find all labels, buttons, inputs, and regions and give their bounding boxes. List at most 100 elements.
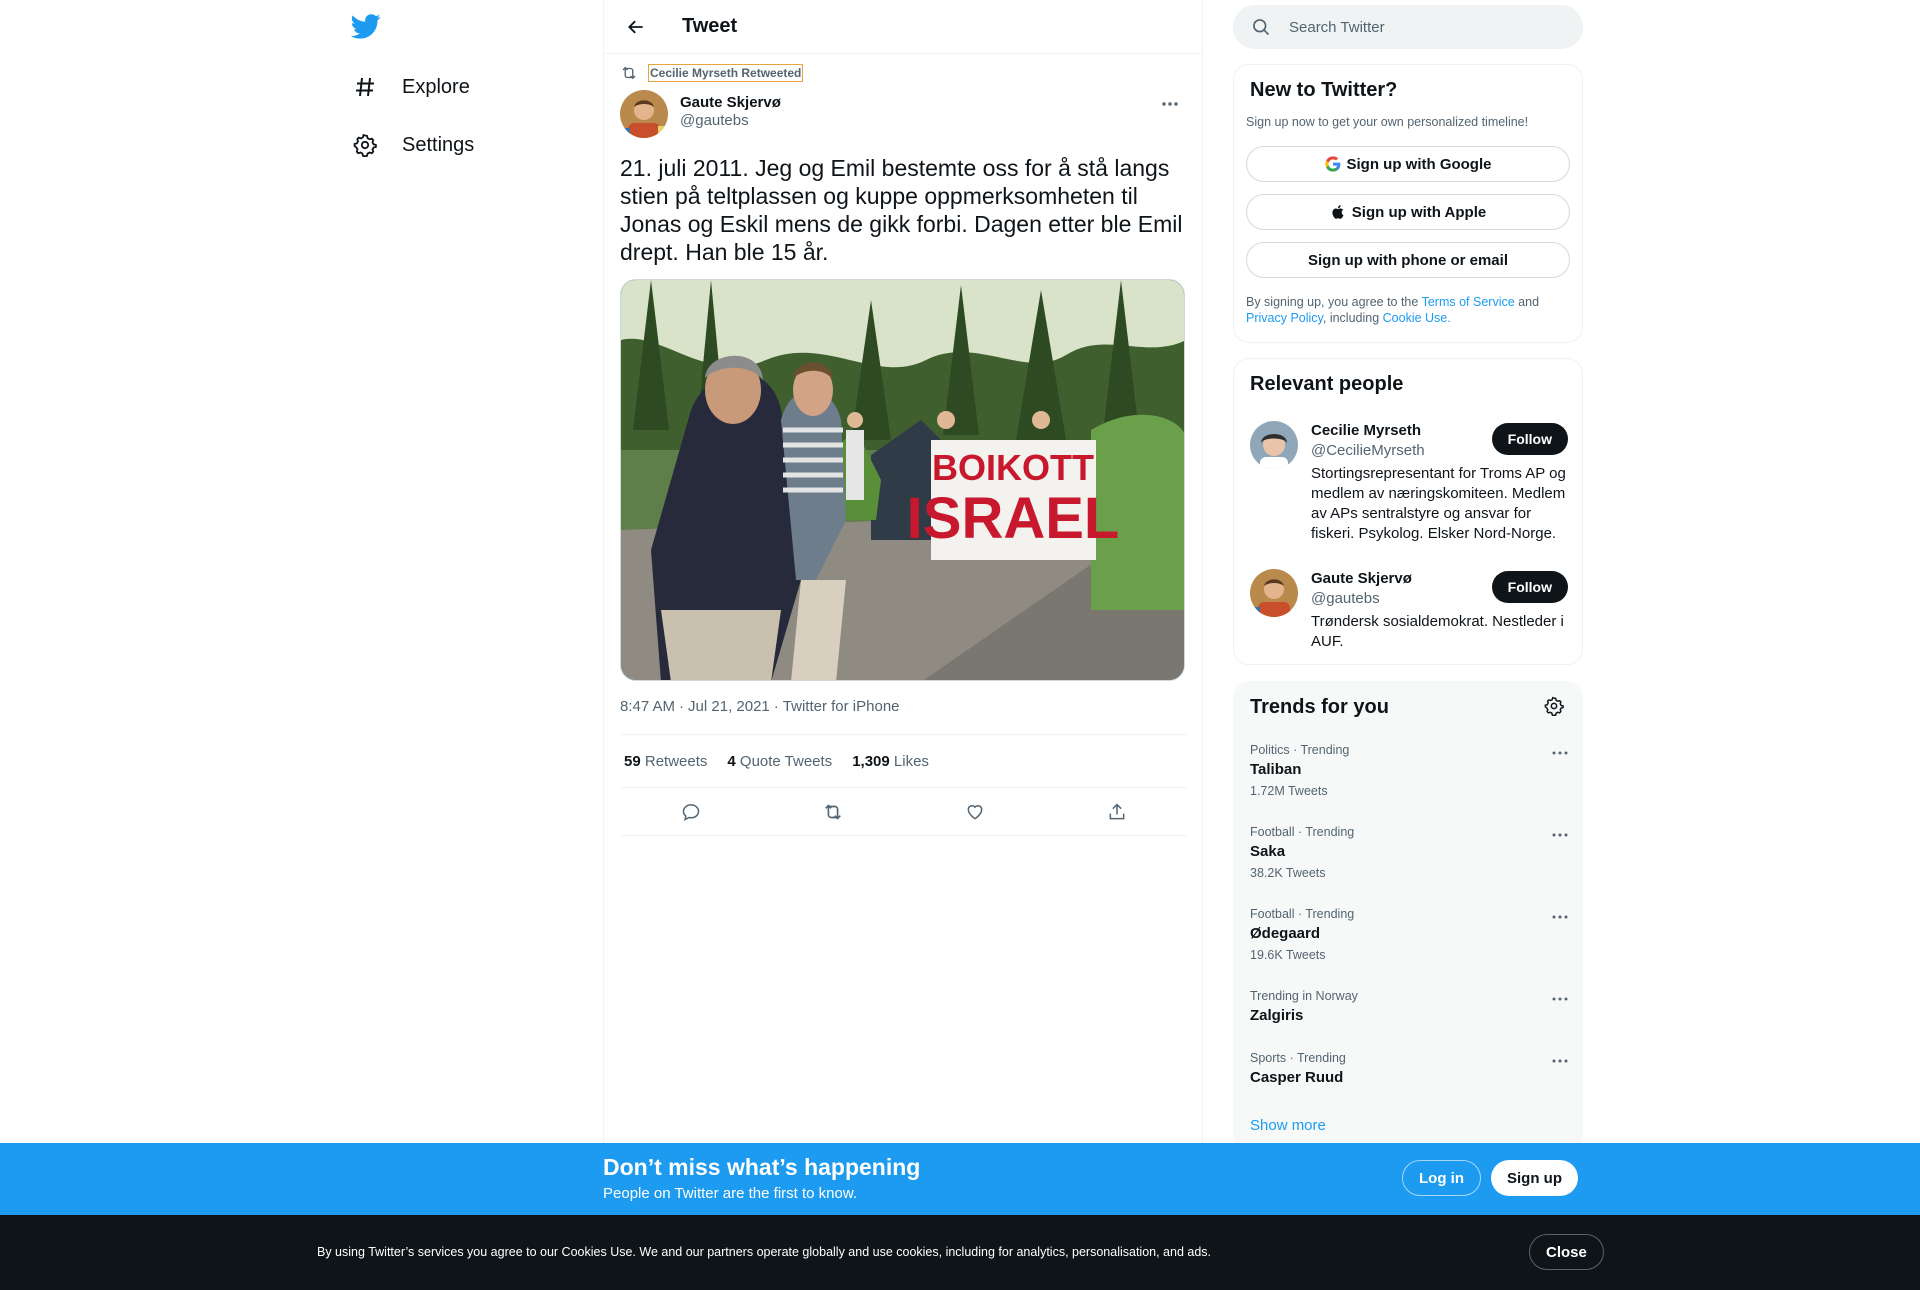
search-input[interactable] (1289, 18, 1549, 36)
trend-item[interactable]: Sports · Trending Casper Ruud (1250, 1051, 1572, 1086)
tweet-header: Tweet (604, 0, 1202, 54)
login-button[interactable]: Log in (1402, 1160, 1481, 1196)
signup-prompt-bar: Don’t miss what’s happening People on Tw… (0, 1143, 1920, 1215)
likes-stat[interactable]: 1,309 Likes (852, 753, 929, 770)
banner-line-2: ISRAEL (907, 486, 1120, 551)
close-button[interactable]: Close (1529, 1234, 1604, 1270)
trend-count: 19.6K Tweets (1250, 948, 1326, 962)
trend-context: Politics · Trending (1250, 743, 1350, 757)
more-icon[interactable] (1548, 825, 1572, 845)
privacy-policy-link[interactable]: Privacy Policy (1246, 311, 1323, 325)
tweet-text: 21. juli 2011. Jeg og Emil bestemte oss … (620, 155, 1183, 265)
show-more-link[interactable]: Show more (1250, 1117, 1326, 1134)
signup-google-label: Sign up with Google (1346, 155, 1492, 173)
tweet-actions (620, 788, 1188, 836)
trend-context: Trending in Norway (1250, 989, 1358, 1003)
banner-line-1: BOIKOTT (932, 447, 1094, 488)
signup-button[interactable]: Sign up (1491, 1160, 1578, 1196)
trend-name: Zalgiris (1250, 1007, 1304, 1024)
follow-button[interactable]: Follow (1491, 423, 1568, 455)
share-button[interactable] (1100, 795, 1134, 829)
new-to-twitter-card: New to Twitter? Sign up now to get your … (1233, 64, 1583, 343)
card-title: Relevant people (1250, 373, 1404, 395)
heart-icon (967, 804, 983, 820)
trend-count: 38.2K Tweets (1250, 866, 1326, 880)
trend-context: Football · Trending (1250, 825, 1355, 839)
signup-google-button[interactable]: Sign up with Google (1246, 146, 1570, 182)
retweet-icon (622, 66, 636, 80)
reply-icon (682, 803, 700, 821)
relevant-people-card: Relevant people Cecilie Myrseth @Cecilie… (1233, 358, 1583, 665)
search-box[interactable] (1233, 5, 1583, 49)
nav-settings[interactable]: Settings (351, 123, 474, 167)
hashtag-icon (351, 73, 379, 101)
search-icon (1253, 19, 1270, 36)
person-handle[interactable]: @gautebs (1311, 590, 1380, 607)
more-options-button[interactable] (1156, 94, 1184, 114)
twitter-bird-icon[interactable] (350, 11, 385, 45)
cookie-banner: By using Twitter’s services you agree to… (0, 1215, 1920, 1290)
signup-phone-email-button[interactable]: Sign up with phone or email (1246, 242, 1570, 278)
nav-explore[interactable]: Explore (351, 65, 470, 109)
trend-item[interactable]: Football · Trending Saka 38.2K Tweets (1250, 825, 1572, 880)
retweet-context: Cecilie Myrseth Retweeted (620, 64, 804, 82)
page-title: Tweet (682, 15, 738, 37)
tweet-date[interactable]: Jul 21, 2021 (688, 698, 770, 715)
retweet-button[interactable] (816, 795, 850, 829)
trend-name: Taliban (1250, 761, 1302, 778)
person-bio: Trøndersk sosialdemokrat. Nestleder i AU… (1311, 613, 1564, 650)
google-icon (1324, 156, 1341, 172)
trend-context: Football · Trending (1250, 907, 1355, 921)
terms-of-service-link[interactable]: Terms of Service (1422, 295, 1515, 309)
reply-button[interactable] (674, 795, 708, 829)
card-subtitle: Sign up now to get your own personalized… (1246, 115, 1529, 129)
trend-name: Ødegaard (1250, 925, 1321, 942)
trend-count: 1.72M Tweets (1250, 784, 1328, 798)
person-cecilie-myrseth[interactable]: Cecilie Myrseth @CecilieMyrseth Storting… (1250, 421, 1570, 551)
cookie-use-link[interactable]: Cookie Use. (1383, 311, 1451, 325)
signup-legal-text: By signing up, you agree to the Terms of… (1246, 295, 1540, 325)
person-name[interactable]: Gaute Skjervø (1311, 570, 1412, 587)
author-name[interactable]: Gaute Skjervø (680, 94, 781, 111)
more-icon[interactable] (1548, 907, 1572, 927)
tweet-time[interactable]: 8:47 AM (620, 698, 675, 715)
more-icon (1162, 102, 1178, 106)
trend-item[interactable]: Trending in Norway Zalgiris (1250, 989, 1572, 1024)
back-button[interactable] (618, 9, 654, 45)
tweet-timestamp: 8:47 AM · Jul 21, 2021 · Twitter for iPh… (620, 698, 900, 715)
person-name[interactable]: Cecilie Myrseth (1311, 422, 1421, 439)
trend-item[interactable]: Politics · Trending Taliban 1.72M Tweets (1250, 743, 1572, 798)
trend-context: Sports · Trending (1250, 1051, 1346, 1065)
follow-button[interactable]: Follow (1491, 571, 1568, 603)
tweet-stats: 59 Retweets 4 Quote Tweets 1,309 Likes (620, 734, 1188, 788)
retweets-stat[interactable]: 59 Retweets (624, 753, 707, 770)
more-icon[interactable] (1548, 1051, 1572, 1071)
more-icon[interactable] (1548, 743, 1572, 763)
back-arrow-icon (628, 20, 643, 33)
trend-item[interactable]: Football · Trending Ødegaard 19.6K Tweet… (1250, 907, 1572, 962)
gear-icon[interactable] (1544, 696, 1568, 720)
retweeted-by-link[interactable]: Cecilie Myrseth Retweeted (648, 64, 804, 82)
person-gaute-skjervo[interactable]: Gaute Skjervø @gautebs Trøndersk sosiald… (1250, 569, 1570, 659)
tweet-source[interactable]: Twitter for iPhone (783, 698, 900, 715)
trend-name: Saka (1250, 843, 1286, 860)
person-handle[interactable]: @CecilieMyrseth (1311, 442, 1425, 459)
like-button[interactable] (958, 795, 992, 829)
signup-prompt-subtitle: People on Twitter are the first to know. (603, 1185, 858, 1202)
card-title: New to Twitter? (1250, 79, 1398, 101)
share-icon (1109, 802, 1125, 819)
signup-prompt-title: Don’t miss what’s happening (603, 1154, 921, 1180)
quote-tweets-stat[interactable]: 4 Quote Tweets (727, 753, 832, 770)
avatar[interactable] (1250, 421, 1298, 469)
trend-name: Casper Ruud (1250, 1069, 1344, 1086)
gear-icon (351, 131, 379, 159)
tweet-photo[interactable]: BOIKOTT ISRAEL (620, 279, 1185, 681)
nav-explore-label: Explore (402, 75, 470, 98)
author-handle[interactable]: @gautebs (680, 112, 781, 129)
more-icon[interactable] (1548, 989, 1572, 1009)
avatar[interactable] (620, 90, 668, 138)
avatar[interactable] (1250, 569, 1298, 617)
signup-apple-button[interactable]: Sign up with Apple (1246, 194, 1570, 230)
trends-card: Trends for you Politics · Trending Talib… (1233, 681, 1583, 1151)
cookie-text: By using Twitter’s services you agree to… (317, 1245, 1212, 1259)
